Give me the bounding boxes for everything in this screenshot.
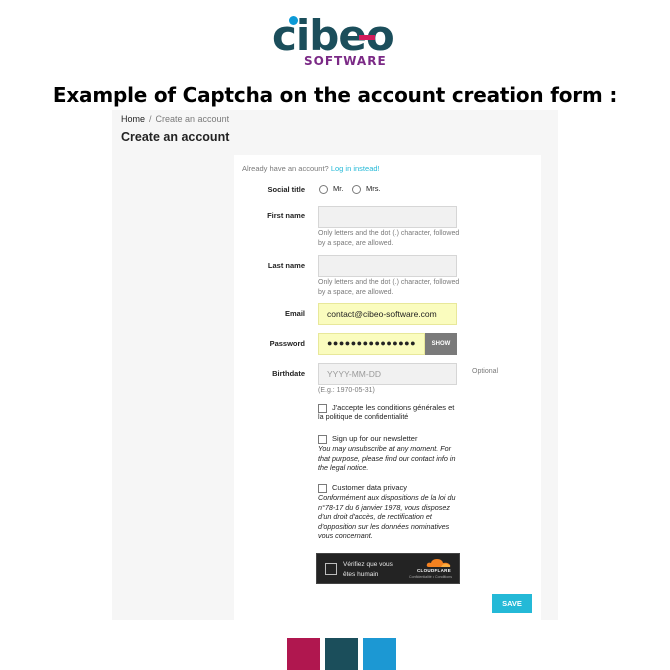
captcha-text-line1: Vérifiez que vous bbox=[343, 561, 393, 568]
newsletter-label: Sign up for our newsletter bbox=[332, 434, 418, 443]
save-button[interactable]: SAVE bbox=[492, 594, 532, 613]
newsletter-note: You may unsubscribe at any moment. For t… bbox=[318, 444, 456, 472]
breadcrumb-separator: / bbox=[149, 114, 152, 124]
radio-mr-label: Mr. bbox=[333, 184, 344, 193]
radio-mrs[interactable] bbox=[352, 185, 361, 194]
privacy-label: Customer data privacy bbox=[332, 483, 408, 492]
captcha-checkbox[interactable] bbox=[325, 563, 337, 575]
social-title-label: Social title bbox=[267, 185, 305, 194]
login-link[interactable]: Log in instead! bbox=[331, 164, 380, 173]
last-name-help: Only letters and the dot (.) character, … bbox=[318, 279, 460, 296]
cloudflare-cloud-icon bbox=[426, 559, 451, 567]
email-label: Email bbox=[284, 309, 305, 318]
breadcrumb: Home / Create an account bbox=[121, 114, 229, 124]
first-name-help: Only letters and the dot (.) character, … bbox=[318, 230, 460, 247]
last-name-label: Last name bbox=[267, 261, 305, 270]
newsletter-checkbox[interactable] bbox=[318, 435, 327, 444]
already-account-text: Already have an account? Log in instead! bbox=[242, 164, 380, 173]
radio-mr[interactable] bbox=[319, 185, 328, 194]
swatch-blue bbox=[363, 638, 396, 670]
captcha-widget: Vérifiez que vous êtes humain CLOUDFLARE… bbox=[316, 553, 460, 584]
radio-mrs-label: Mrs. bbox=[366, 184, 381, 193]
captcha-brand: CLOUDFLARE bbox=[417, 568, 451, 573]
page-title: Create an account bbox=[121, 130, 230, 144]
swatch-teal bbox=[325, 638, 358, 670]
captcha-links[interactable]: Confidentialité • Conditions bbox=[409, 575, 452, 579]
password-label: Password bbox=[269, 339, 305, 348]
birthdate-label: Birthdate bbox=[272, 369, 305, 378]
register-form: Already have an account? Log in instead!… bbox=[234, 155, 541, 620]
last-name-input[interactable] bbox=[318, 255, 457, 277]
password-input[interactable]: ●●●●●●●●●●●●●●● bbox=[318, 333, 425, 355]
email-input[interactable]: contact@cibeo-software.com bbox=[318, 303, 457, 325]
page-panel: Home / Create an account Create an account… bbox=[112, 110, 558, 620]
breadcrumb-current: Create an account bbox=[155, 114, 230, 124]
first-name-input[interactable] bbox=[318, 206, 457, 228]
birthdate-optional: Optional bbox=[472, 368, 499, 375]
privacy-note: Conformément aux dispositions de la loi … bbox=[318, 493, 456, 540]
headline: Example of Captcha on the account creati… bbox=[52, 83, 618, 107]
terms-label: J'accepte les conditions générales et bbox=[332, 403, 455, 412]
birthdate-help: (E.g.: 1970-05-31) bbox=[318, 387, 375, 394]
first-name-label: First name bbox=[267, 211, 305, 220]
cibeo-logo: cibeo SOFTWARE bbox=[272, 14, 398, 70]
captcha-text-line2: êtes humain bbox=[343, 570, 379, 578]
privacy-checkbox[interactable] bbox=[318, 484, 327, 493]
show-password-button[interactable]: SHOW bbox=[425, 333, 457, 355]
logo-dot bbox=[289, 16, 298, 25]
terms-label-line2: la politique de confidentialité bbox=[318, 412, 409, 421]
swatch-magenta bbox=[287, 638, 320, 670]
logo-accent-bar bbox=[359, 35, 375, 40]
already-account-label: Already have an account? bbox=[242, 164, 329, 173]
breadcrumb-home[interactable]: Home bbox=[121, 114, 145, 124]
birthdate-input[interactable]: YYYY-MM-DD bbox=[318, 363, 457, 385]
logo-subtitle: SOFTWARE bbox=[304, 54, 387, 68]
captcha-text: Vérifiez que vous êtes humain bbox=[343, 560, 393, 579]
